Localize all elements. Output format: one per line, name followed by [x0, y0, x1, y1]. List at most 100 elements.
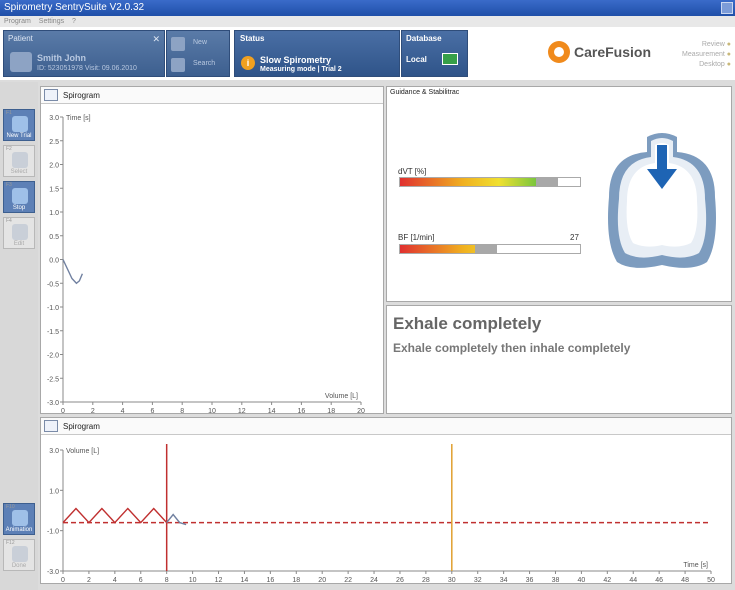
new-patient-button[interactable]: New — [171, 35, 229, 53]
y-tick-label: -1.0 — [47, 529, 59, 536]
x-tick-label: 14 — [241, 577, 249, 583]
window-title: Spirometry SentrySuite V2.0.32 — [4, 2, 145, 13]
header: Patient ✕ Smith John ID: 523051978 Visit… — [0, 27, 735, 80]
y-tick-label: 3.0 — [49, 115, 59, 122]
menu-help[interactable]: ? — [72, 18, 76, 25]
x-axis-label: Volume [L] — [325, 393, 358, 400]
done-button[interactable]: F12 Done — [3, 539, 35, 571]
x-tick-label: 16 — [298, 408, 306, 413]
x-tick-label: 28 — [422, 577, 430, 583]
y-tick-label: 2.5 — [49, 139, 59, 146]
avatar — [10, 52, 32, 72]
x-tick-label: 6 — [150, 408, 154, 413]
dvt-bar — [399, 177, 581, 187]
database-panel: Database Local — [401, 30, 468, 77]
patient-panel[interactable]: Patient ✕ Smith John ID: 523051978 Visit… — [3, 30, 165, 77]
brand-name: CareFusion — [574, 44, 652, 60]
x-tick-label: 2 — [91, 408, 95, 413]
edit-icon — [12, 224, 28, 240]
x-tick-label: 24 — [370, 577, 378, 583]
search-patient-button[interactable]: Search — [171, 56, 229, 74]
close-button[interactable] — [721, 2, 733, 14]
animation-icon — [12, 510, 28, 526]
x-tick-label: 50 — [707, 577, 715, 583]
y-tick-label: -0.5 — [47, 281, 59, 288]
new-trial-icon — [12, 116, 28, 132]
menu-settings[interactable]: Settings — [39, 18, 64, 25]
chart-icon[interactable] — [44, 420, 58, 432]
nav-desktop[interactable]: Desktop — [682, 60, 731, 70]
y-tick-label: 0.5 — [49, 234, 59, 241]
animation-button[interactable]: F10 Animation — [3, 503, 35, 535]
x-tick-label: 36 — [526, 577, 534, 583]
x-tick-label: 10 — [208, 408, 216, 413]
chart-icon[interactable] — [44, 89, 58, 101]
spirogram-bottom-chart: 3.01.0-1.0-3.00 2 4 6 8 10 12 14 16 18 20 22 24 26 28 3… — [47, 444, 715, 583]
series-line — [62, 507, 168, 524]
y-tick-label: -1.5 — [47, 329, 59, 336]
spirogram-top-chart: 3.0 2.5 2.0 1.5 1.0 0.5 0.0 -0.5 -1.0 -1.5 -2.0 -2.… — [47, 115, 365, 413]
x-tick-label: 4 — [121, 408, 125, 413]
x-tick-label: 38 — [552, 577, 560, 583]
nav-measurement[interactable]: Measurement — [682, 50, 731, 60]
edit-button[interactable]: F4 Edit — [3, 217, 35, 249]
instruction-detail: Exhale completely then inhale completely — [393, 341, 631, 355]
x-tick-label: 10 — [189, 577, 197, 583]
instruction-panel: Exhale completely Exhale completely then… — [386, 305, 732, 414]
y-tick-label: -1.0 — [47, 305, 59, 312]
series-line — [62, 259, 84, 285]
x-tick-label: 48 — [681, 577, 689, 583]
status-mode: Slow Spirometry — [260, 55, 332, 65]
x-tick-label: 12 — [238, 408, 246, 413]
guidance-title: Guidance & Stabilitrac — [390, 89, 460, 96]
patient-name: Smith John — [37, 53, 86, 63]
patient-label: Patient — [8, 34, 33, 43]
new-trial-button[interactable]: F1 New Trial — [3, 109, 35, 141]
y-tick-label: -3.0 — [47, 569, 59, 576]
x-tick-label: 20 — [318, 577, 326, 583]
spirogram-top-panel: Spirogram 3.0 2.5 2.0 1.5 1.0 0.5 0.0 -0.5 -1.0 -… — [40, 86, 384, 414]
menu-program[interactable]: Program — [4, 18, 31, 25]
brand-logo: CareFusion — [548, 41, 658, 65]
y-tick-label: 3.0 — [49, 448, 59, 455]
stop-button[interactable]: F3 Stop — [3, 181, 35, 213]
bf-value: 27 — [570, 233, 579, 242]
done-icon — [12, 546, 28, 562]
y-tick-label: 0.0 — [49, 258, 59, 265]
x-tick-label: 30 — [448, 577, 456, 583]
spirogram-bottom-panel: Spirogram 3.0 1.0 -1.0 -3.0 0 2 4 6 8 10 12 14 16 18 2… — [40, 417, 732, 584]
select-button[interactable]: F2 Select — [3, 145, 35, 177]
bf-bar-cap — [475, 244, 497, 254]
y-tick-label: -2.0 — [47, 353, 59, 360]
dvt-label: dVT [%] — [398, 167, 427, 176]
status-detail: Measuring mode | Trial 2 — [260, 66, 342, 73]
x-tick-label: 42 — [603, 577, 611, 583]
stop-icon — [12, 188, 28, 204]
y-tick-label: 2.0 — [49, 163, 59, 170]
dvt-bar-empty — [558, 178, 580, 186]
y-tick-label: 1.0 — [49, 488, 59, 495]
x-tick-label: 40 — [578, 577, 586, 583]
nav-review[interactable]: Review — [682, 40, 731, 50]
carefusion-logo-icon — [548, 41, 570, 63]
x-tick-label: 34 — [500, 577, 508, 583]
x-tick-label: 0 — [61, 577, 65, 583]
search-icon — [171, 58, 185, 72]
x-tick-label: 32 — [474, 577, 482, 583]
database-value: Local — [406, 55, 427, 64]
y-tick-label: -2.5 — [47, 376, 59, 383]
bf-bar-empty — [497, 245, 580, 253]
bf-label: BF [1/min] — [398, 233, 435, 242]
x-tick-label: 18 — [327, 408, 335, 413]
info-icon: i — [241, 56, 255, 70]
database-icon[interactable] — [442, 53, 458, 65]
x-tick-label: 16 — [266, 577, 274, 583]
lung-animation-icon — [608, 133, 716, 268]
new-patient-icon — [171, 37, 185, 51]
nav-links: Review Measurement Desktop — [682, 40, 731, 70]
x-tick-label: 0 — [61, 408, 65, 413]
x-tick-label: 8 — [165, 577, 169, 583]
status-panel: Status i Slow Spirometry Measuring mode … — [234, 30, 400, 77]
select-icon — [12, 152, 28, 168]
close-patient-icon[interactable]: ✕ — [152, 34, 160, 45]
